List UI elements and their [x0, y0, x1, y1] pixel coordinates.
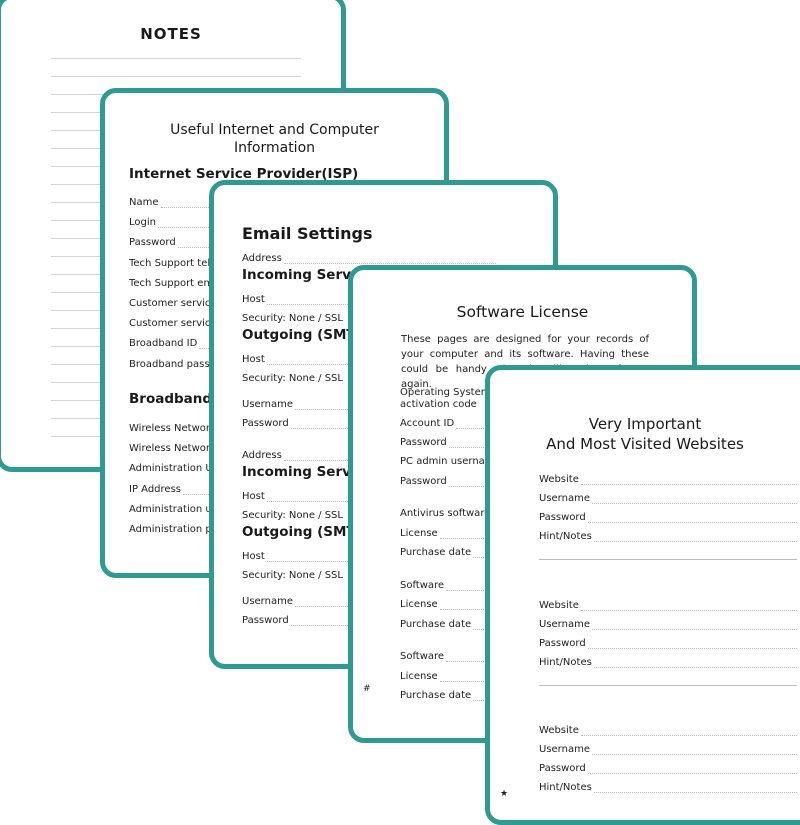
- email-address-field[interactable]: Address: [242, 253, 496, 264]
- field-label: Broadband ID: [129, 338, 198, 350]
- isp-title-line1: Useful Internet and Computer: [170, 122, 379, 138]
- websites-title-line2: And Most Visited Websites: [546, 435, 744, 453]
- field-label: IP Address: [129, 483, 181, 495]
- field-line[interactable]: [580, 727, 797, 736]
- website-hint-field[interactable]: Hint/Notes: [539, 531, 797, 542]
- field-label: License: [400, 527, 438, 539]
- field-label: Purchase date: [400, 690, 472, 701]
- field-label: Website: [539, 474, 579, 485]
- website-hint-field[interactable]: Hint/Notes: [539, 657, 797, 668]
- field-label: Password: [400, 475, 447, 487]
- field-line[interactable]: [591, 746, 797, 755]
- outgoing-security-option: Security: None / SSL: [242, 373, 343, 384]
- field-line[interactable]: [283, 255, 496, 264]
- field-label: Password: [129, 237, 176, 249]
- field-label: License: [400, 670, 438, 682]
- field-label: Account ID: [400, 418, 455, 429]
- field-line[interactable]: [593, 784, 797, 793]
- page-mark-star: ★: [500, 789, 509, 799]
- software-title: Software License: [456, 303, 589, 321]
- field-label: Username: [242, 399, 293, 410]
- field-line[interactable]: [587, 514, 797, 523]
- field-label: Name: [129, 197, 159, 208]
- field-label: Host: [242, 551, 265, 562]
- email-title: Email Settings: [242, 224, 373, 243]
- field-label: Wireless Network: [129, 423, 216, 434]
- field-label: Host: [242, 294, 265, 305]
- field-line[interactable]: [580, 602, 797, 611]
- field-label: Address: [242, 450, 282, 461]
- incoming-security-option: Security: None / SSL: [242, 313, 343, 324]
- field-label: Antivirus software: [400, 508, 491, 519]
- field-label: Website: [539, 599, 579, 611]
- website-entry-separator: [539, 684, 797, 686]
- website-password-field[interactable]: Password: [539, 638, 797, 649]
- field-label: Password: [242, 418, 289, 429]
- website-hint-field[interactable]: Hint/Notes: [539, 782, 797, 793]
- field-label: Purchase date: [400, 547, 472, 558]
- website-username-field[interactable]: Username: [539, 744, 797, 755]
- field-label: Password: [539, 637, 586, 649]
- field-label: Host: [242, 491, 265, 502]
- field-label: Password: [400, 437, 447, 449]
- field-line[interactable]: [593, 659, 797, 668]
- field-label: Software: [400, 651, 445, 662]
- field-line[interactable]: [587, 765, 797, 774]
- websites-title-line1: Very Important: [588, 415, 702, 433]
- notes-rule-line: [51, 76, 301, 77]
- field-label: Username: [539, 493, 590, 504]
- field-label: Software: [400, 579, 445, 591]
- websites-card: Very Important And Most Visited Websites…: [485, 365, 800, 825]
- field-label: Username: [539, 618, 590, 630]
- website-field[interactable]: Website: [539, 474, 797, 485]
- website-password-field[interactable]: Password: [539, 763, 797, 774]
- field-label: License: [400, 599, 438, 610]
- os-activation-label: Operating System activation code: [400, 387, 490, 411]
- field-label: Hint/Notes: [539, 656, 592, 668]
- os-label-line1: Operating System: [400, 387, 491, 398]
- field-line[interactable]: [580, 476, 797, 485]
- field-label: Password: [539, 512, 586, 523]
- website-password-field[interactable]: Password: [539, 512, 797, 523]
- incoming-security-option: Security: None / SSL: [242, 510, 343, 521]
- website-entry-separator: [539, 559, 797, 560]
- notes-rule-line: [51, 58, 301, 59]
- field-label: Login: [129, 217, 156, 229]
- website-username-field[interactable]: Username: [539, 493, 797, 504]
- field-label: Customer service: [129, 318, 217, 330]
- field-label: Host: [242, 354, 265, 365]
- field-line[interactable]: [591, 621, 797, 630]
- field-line[interactable]: [593, 533, 797, 542]
- field-label: Hint/Notes: [539, 531, 592, 542]
- field-label: Hint/Notes: [539, 782, 592, 793]
- outgoing-security-option: Security: None / SSL: [242, 570, 343, 581]
- os-label-line2: activation code: [400, 399, 477, 410]
- field-label: Username: [242, 596, 293, 607]
- page-mark-hash: #: [363, 684, 371, 694]
- field-label: Address: [242, 253, 282, 264]
- website-username-field[interactable]: Username: [539, 619, 797, 630]
- field-label: Website: [539, 725, 579, 736]
- field-label: Customer service: [129, 298, 217, 309]
- field-label: Wireless Network: [129, 443, 216, 455]
- website-field[interactable]: Website: [539, 600, 797, 611]
- field-label: Purchase date: [400, 618, 472, 630]
- notes-title: NOTES: [140, 25, 202, 43]
- isp-title-line2: Information: [233, 140, 316, 156]
- field-label: Password: [242, 615, 289, 626]
- website-field[interactable]: Website: [539, 725, 797, 736]
- field-label: Tech Support tel.: [129, 257, 214, 269]
- field-line[interactable]: [587, 640, 797, 649]
- field-label: Username: [539, 744, 590, 755]
- field-label: Password: [539, 763, 586, 774]
- field-line[interactable]: [591, 495, 797, 504]
